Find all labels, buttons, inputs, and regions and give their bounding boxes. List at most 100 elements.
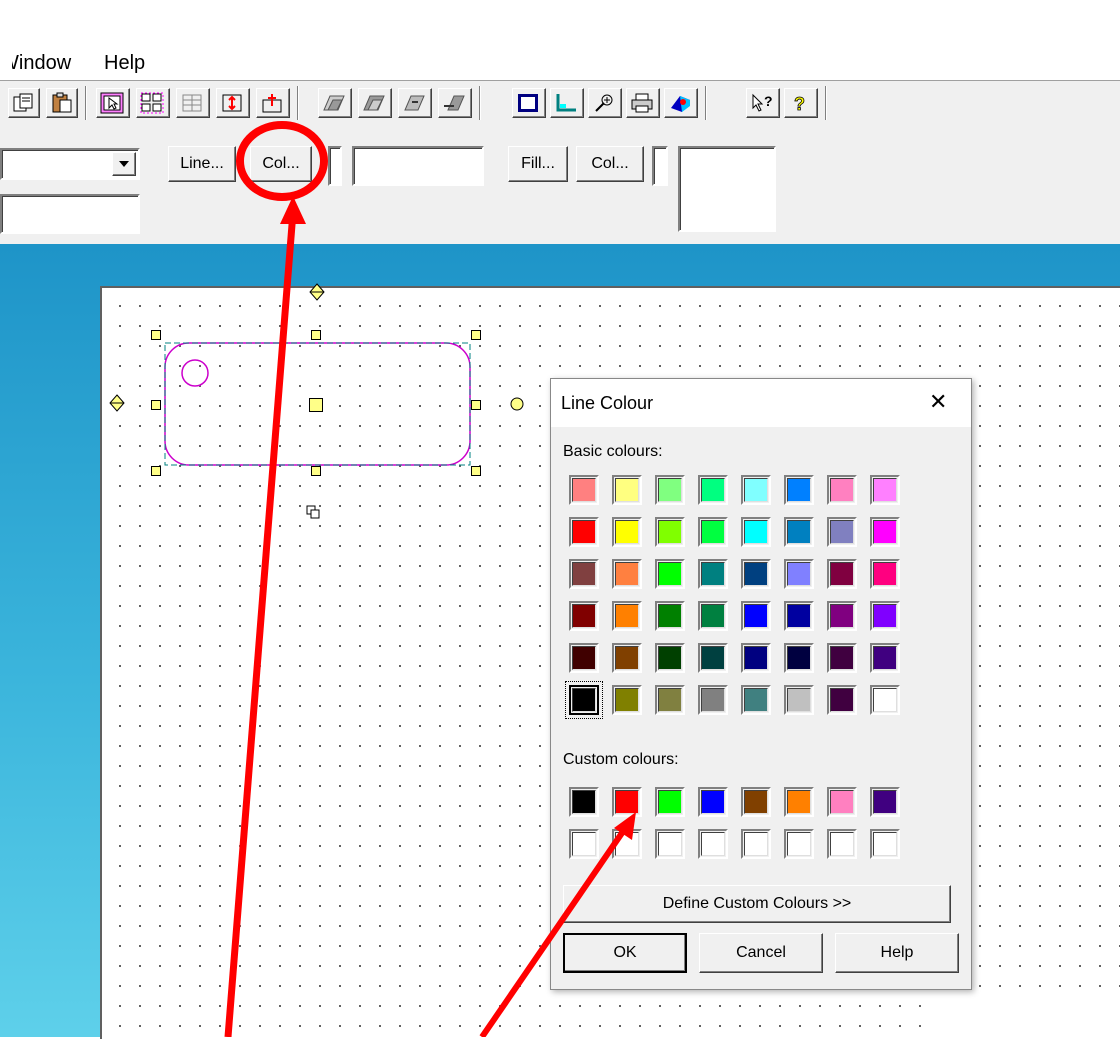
custom-colour-swatch[interactable] [612,829,642,859]
basic-colour-swatch[interactable] [827,601,857,631]
basic-colour-swatch[interactable] [612,685,642,715]
basic-colour-swatch[interactable] [870,559,900,589]
resize-handle-n[interactable] [311,330,321,340]
basic-colour-swatch[interactable] [655,517,685,547]
custom-colour-swatch[interactable] [655,787,685,817]
basic-colour-swatch[interactable] [741,601,771,631]
basic-colour-swatch[interactable] [741,517,771,547]
basic-colour-swatch-selected[interactable] [565,681,603,719]
grid-button[interactable] [176,88,210,118]
custom-colour-swatch[interactable] [698,787,728,817]
basic-colour-swatch[interactable] [612,643,642,673]
ok-button[interactable]: OK [563,933,687,973]
custom-colour-swatch[interactable] [612,787,642,817]
basic-colour-swatch[interactable] [741,475,771,505]
fill-colour-button[interactable]: Col... [576,146,644,182]
define-custom-colours-button[interactable]: Define Custom Colours >> [563,885,951,923]
resize-handle-w[interactable] [151,400,161,410]
basic-colour-swatch[interactable] [741,559,771,589]
basic-colour-swatch[interactable] [870,643,900,673]
basic-colour-swatch[interactable] [784,685,814,715]
fill-button[interactable]: Fill... [508,146,568,182]
basic-colour-swatch[interactable] [612,475,642,505]
axis-button[interactable] [550,88,584,118]
custom-colour-swatch[interactable] [784,787,814,817]
custom-colour-swatch[interactable] [569,787,599,817]
basic-colour-swatch[interactable] [612,559,642,589]
basic-colour-swatch[interactable] [784,559,814,589]
custom-colour-swatch[interactable] [870,787,900,817]
custom-colour-swatch[interactable] [698,829,728,859]
basic-colour-swatch[interactable] [827,559,857,589]
basic-colour-swatch[interactable] [569,517,599,547]
dropdown-button[interactable] [112,152,136,176]
custom-colour-swatch[interactable] [870,829,900,859]
send-back-button[interactable] [358,88,392,118]
line-button[interactable]: Line... [168,146,236,182]
basic-colour-swatch[interactable] [612,517,642,547]
basic-colour-swatch[interactable] [655,685,685,715]
basic-colour-swatch[interactable] [827,643,857,673]
basic-colour-swatch[interactable] [698,475,728,505]
resize-handle-ne[interactable] [471,330,481,340]
basic-colour-swatch[interactable] [870,601,900,631]
custom-colour-swatch[interactable] [827,829,857,859]
copy-button[interactable] [8,88,40,118]
basic-colour-swatch[interactable] [698,685,728,715]
custom-colour-swatch[interactable] [655,829,685,859]
basic-colour-swatch[interactable] [827,475,857,505]
menu-help[interactable]: Help [104,52,145,75]
corner-radius-handle[interactable] [181,359,209,387]
basic-colour-swatch[interactable] [569,601,599,631]
context-help-button[interactable]: ? [746,88,780,118]
basic-colour-swatch[interactable] [612,601,642,631]
custom-colour-swatch[interactable] [741,829,771,859]
basic-colour-swatch[interactable] [870,685,900,715]
dialog-help-button[interactable]: Help [835,933,959,973]
basic-colour-swatch[interactable] [655,601,685,631]
move-handle-center[interactable] [309,398,323,412]
resize-handle-s[interactable] [311,466,321,476]
basic-colour-swatch[interactable] [870,475,900,505]
basic-colour-swatch[interactable] [870,517,900,547]
basic-colour-swatch[interactable] [698,517,728,547]
basic-colour-swatch[interactable] [741,685,771,715]
print-button[interactable] [626,88,660,118]
select-all-button[interactable] [136,88,170,118]
help-button[interactable]: ? [784,88,818,118]
basic-colour-swatch[interactable] [827,685,857,715]
backward-button[interactable] [438,88,472,118]
paste-button[interactable] [46,88,78,118]
basic-colour-swatch[interactable] [784,643,814,673]
flip-button[interactable] [256,88,290,118]
basic-colour-swatch[interactable] [827,517,857,547]
resize-handle-sw[interactable] [151,466,161,476]
frame-button[interactable] [512,88,546,118]
zoom-button[interactable] [588,88,622,118]
select-arrow-button[interactable] [96,88,130,118]
close-icon[interactable]: ✕ [929,389,947,415]
basic-colour-swatch[interactable] [784,475,814,505]
3d-button[interactable] [664,88,698,118]
forward-button[interactable] [398,88,432,118]
rotate-button[interactable] [216,88,250,118]
connection-handle[interactable] [510,397,524,411]
line-style-dropdown[interactable] [0,148,140,180]
custom-colour-swatch[interactable] [741,787,771,817]
basic-colour-swatch[interactable] [698,559,728,589]
cancel-button[interactable]: Cancel [699,933,823,973]
basic-colour-swatch[interactable] [741,643,771,673]
custom-colour-swatch[interactable] [569,829,599,859]
basic-colour-swatch[interactable] [655,475,685,505]
custom-colour-swatch[interactable] [827,787,857,817]
basic-colour-swatch[interactable] [569,643,599,673]
custom-colour-swatch[interactable] [784,829,814,859]
resize-handle-e[interactable] [471,400,481,410]
basic-colour-swatch[interactable] [784,517,814,547]
line-colour-button[interactable]: Col... [250,146,312,182]
basic-colour-swatch[interactable] [784,601,814,631]
basic-colour-swatch[interactable] [569,559,599,589]
resize-handle-se[interactable] [471,466,481,476]
basic-colour-swatch[interactable] [655,643,685,673]
line-width-field[interactable] [0,194,140,234]
